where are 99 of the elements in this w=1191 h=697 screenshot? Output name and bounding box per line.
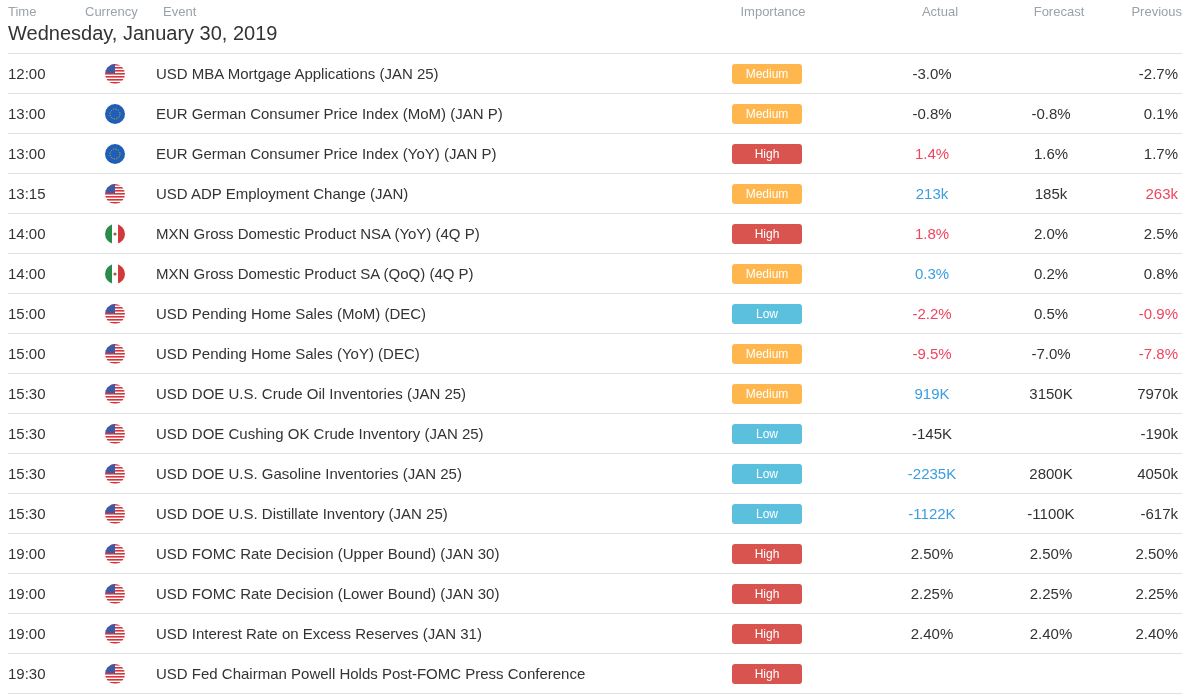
event-time: 13:00 <box>8 105 47 122</box>
previous-value: 1.7% <box>1143 145 1178 162</box>
event-name: USD Pending Home Sales (YoY) (DEC) <box>156 345 421 362</box>
event-time: 15:00 <box>8 345 47 362</box>
event-time: 14:00 <box>8 225 47 242</box>
event-time: 15:30 <box>8 465 47 482</box>
actual-value: 1.8% <box>914 225 950 242</box>
actual-value: -1122K <box>908 505 956 522</box>
event-time: 19:00 <box>8 625 47 642</box>
importance-badge: Low <box>732 503 802 524</box>
previous-value: 2.50% <box>1135 545 1178 562</box>
importance-badge: Medium <box>732 103 802 124</box>
importance-badge: Low <box>732 463 802 484</box>
event-name: USD FOMC Rate Decision (Upper Bound) (JAN 30) <box>156 545 501 562</box>
event-time: 13:00 <box>8 145 47 162</box>
forecast-value: 2.50% <box>1029 545 1073 562</box>
previous-value: 4050k <box>1137 465 1178 482</box>
forecast-value: -1100K <box>1027 505 1075 522</box>
actual-value: -3.0% <box>912 65 952 82</box>
event-name: USD FOMC Rate Decision (Lower Bound) (JAN 30) <box>156 585 501 602</box>
date-heading: Wednesday, January 30, 2019 <box>8 22 1182 54</box>
importance-badge: Medium <box>732 63 802 84</box>
event-time: 15:30 <box>8 385 47 402</box>
forecast-value: 1.6% <box>1033 145 1069 162</box>
importance-badge: Low <box>732 303 802 324</box>
event-time: 15:30 <box>8 505 47 522</box>
importance-badge: High <box>732 583 802 604</box>
event-name: USD DOE U.S. Crude Oil Inventories (JAN 25) <box>156 385 468 402</box>
forecast-value: 2.25% <box>1029 585 1073 602</box>
event-name: USD DOE U.S. Gasoline Inventories (JAN 25) <box>156 465 463 482</box>
actual-value: -9.5% <box>912 345 952 362</box>
importance-badge: Medium <box>732 343 802 364</box>
forecast-value: -0.8% <box>1031 105 1071 122</box>
event-time: 14:00 <box>8 265 47 282</box>
column-header: Time <box>8 3 37 19</box>
importance-badge: Medium <box>732 263 802 284</box>
event-time: 13:15 <box>8 185 47 202</box>
event-name: MXN Gross Domestic Product NSA (YoY) (4Q P) <box>156 225 481 242</box>
column-header: Actual <box>921 3 959 19</box>
event-name: USD MBA Mortgage Applications (JAN 25) <box>156 65 440 82</box>
event-name: MXN Gross Domestic Product SA (QoQ) (4Q P) <box>156 265 475 282</box>
actual-value: -2235K <box>907 465 957 482</box>
event-time: 19:00 <box>8 585 47 602</box>
forecast-value: 0.5% <box>1033 305 1069 322</box>
event-name: USD Interest Rate on Excess Reserves (JAN 31) <box>156 625 483 642</box>
actual-value: 0.3% <box>914 265 950 282</box>
actual-value: 919K <box>914 385 950 402</box>
previous-value: 0.1% <box>1143 105 1178 122</box>
event-time: 19:00 <box>8 545 47 562</box>
previous-value: 2.5% <box>1143 225 1178 242</box>
event-name: USD Fed Chairman Powell Holds Post-FOMC Press Conference <box>156 665 587 682</box>
column-header: Currency <box>85 3 138 19</box>
column-header: Importance <box>740 3 806 19</box>
column-header: Forecast <box>1033 3 1085 19</box>
importance-badge: Medium <box>732 383 802 404</box>
importance-badge: Medium <box>732 183 802 204</box>
previous-value: 7970k <box>1137 385 1178 402</box>
event-time: 19:30 <box>8 665 47 682</box>
actual-value: -0.8% <box>912 105 952 122</box>
importance-badge: Low <box>732 423 802 444</box>
actual-value: -2.2% <box>912 305 952 322</box>
column-header: Previous <box>1131 3 1182 19</box>
event-time: 15:00 <box>8 305 47 322</box>
event-name: USD Pending Home Sales (MoM) (DEC) <box>156 305 428 322</box>
previous-value: 2.25% <box>1135 585 1178 602</box>
previous-value: 2.40% <box>1135 625 1178 642</box>
actual-value: 2.50% <box>910 545 954 562</box>
previous-value: -190k <box>1140 425 1178 442</box>
column-header: Event <box>163 3 197 19</box>
forecast-value: 0.2% <box>1033 265 1069 282</box>
event-time: 15:30 <box>8 425 47 442</box>
event-time: 12:00 <box>8 65 47 82</box>
event-name: USD DOE Cushing OK Crude Inventory (JAN 25) <box>156 425 485 442</box>
event-name: EUR German Consumer Price Index (YoY) (JAN P) <box>156 145 498 162</box>
actual-value: 1.4% <box>914 145 950 162</box>
importance-badge: High <box>732 663 802 684</box>
actual-value: -145K <box>912 425 952 442</box>
event-name: EUR German Consumer Price Index (MoM) (JAN P) <box>156 105 504 122</box>
importance-badge: High <box>732 623 802 644</box>
previous-value: 263k <box>1145 185 1178 202</box>
previous-value: -0.9% <box>1138 305 1178 322</box>
actual-value: 2.40% <box>910 625 954 642</box>
forecast-value: 2.0% <box>1033 225 1069 242</box>
previous-value: 0.8% <box>1143 265 1178 282</box>
event-name: USD ADP Employment Change (JAN) <box>156 185 410 202</box>
importance-badge: High <box>732 143 802 164</box>
previous-value: -2.7% <box>1138 65 1178 82</box>
forecast-value: -7.0% <box>1031 345 1071 362</box>
actual-value: 2.25% <box>910 585 954 602</box>
importance-badge: High <box>732 543 802 564</box>
forecast-value: 2.40% <box>1029 625 1073 642</box>
forecast-value: 185k <box>1034 185 1068 202</box>
importance-badge: High <box>732 223 802 244</box>
actual-value: 213k <box>915 185 949 202</box>
forecast-value: 2800K <box>1029 465 1073 482</box>
previous-value: -7.8% <box>1138 345 1178 362</box>
event-name: USD DOE U.S. Distillate Inventory (JAN 25) <box>156 505 449 522</box>
forecast-value: 3150K <box>1029 385 1073 402</box>
previous-value: -617k <box>1140 505 1178 522</box>
